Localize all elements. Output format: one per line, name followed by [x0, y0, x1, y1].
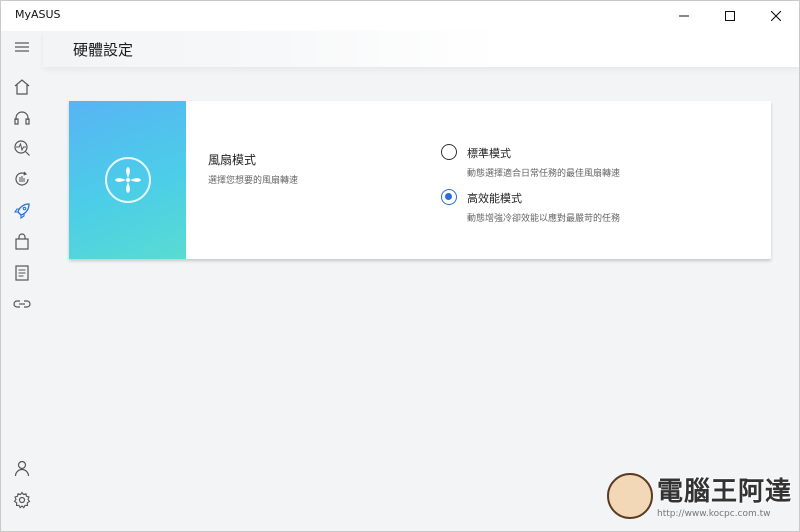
- rocket-icon[interactable]: [12, 201, 32, 221]
- sidebar: [1, 31, 43, 531]
- window-controls: [661, 1, 799, 31]
- update-icon[interactable]: [12, 169, 32, 189]
- site-watermark: 電腦王阿達 http://www.kocpc.com.tw: [607, 469, 791, 527]
- home-icon[interactable]: [12, 77, 32, 97]
- performance-mode-description: 動態增強冷卻效能以應對最嚴苛的任務: [467, 214, 621, 224]
- fan-mode-title: 風扇模式: [208, 153, 257, 167]
- page-header: 硬體設定: [43, 31, 799, 67]
- close-icon: [771, 11, 781, 21]
- headset-icon[interactable]: [12, 108, 32, 128]
- performance-mode-radio[interactable]: [441, 189, 457, 205]
- fan-mode-description: 選擇您想要的風扇轉速: [208, 176, 299, 186]
- user-icon[interactable]: [12, 458, 32, 478]
- performance-mode-label[interactable]: 高效能模式: [467, 190, 522, 206]
- watermark-brand: 電腦王阿達: [657, 477, 793, 507]
- title-bar[interactable]: MyASUS: [1, 1, 799, 31]
- app-title: MyASUS: [15, 8, 61, 21]
- page-title: 硬體設定: [73, 41, 134, 59]
- settings-gear-icon[interactable]: [12, 490, 32, 510]
- app-window: MyASUS 硬體設定 風扇模式 選擇您想要的風扇轉速 標準模式 動態選擇適合日…: [0, 0, 800, 532]
- fan-mode-card: 風扇模式 選擇您想要的風扇轉速 標準模式 動態選擇適合日常任務的最佳風扇轉速 高…: [69, 101, 771, 259]
- minimize-button[interactable]: [661, 1, 707, 31]
- maximize-button[interactable]: [707, 1, 753, 31]
- menu-icon[interactable]: [12, 37, 32, 57]
- standard-mode-description: 動態選擇適合日常任務的最佳風扇轉速: [467, 169, 621, 179]
- standard-mode-label[interactable]: 標準模式: [467, 145, 511, 161]
- store-bag-icon[interactable]: [12, 232, 32, 252]
- fan-icon: [104, 157, 151, 203]
- minimize-icon: [679, 15, 689, 17]
- close-button[interactable]: [753, 1, 799, 31]
- diagnostics-icon[interactable]: [12, 138, 32, 158]
- maximize-icon: [725, 11, 735, 21]
- standard-mode-radio[interactable]: [441, 144, 457, 160]
- news-icon[interactable]: [12, 263, 32, 283]
- mascot-logo-icon: [607, 473, 653, 519]
- watermark-url: http://www.kocpc.com.tw: [657, 509, 771, 519]
- fan-banner: [69, 101, 186, 259]
- link-icon[interactable]: [12, 294, 32, 314]
